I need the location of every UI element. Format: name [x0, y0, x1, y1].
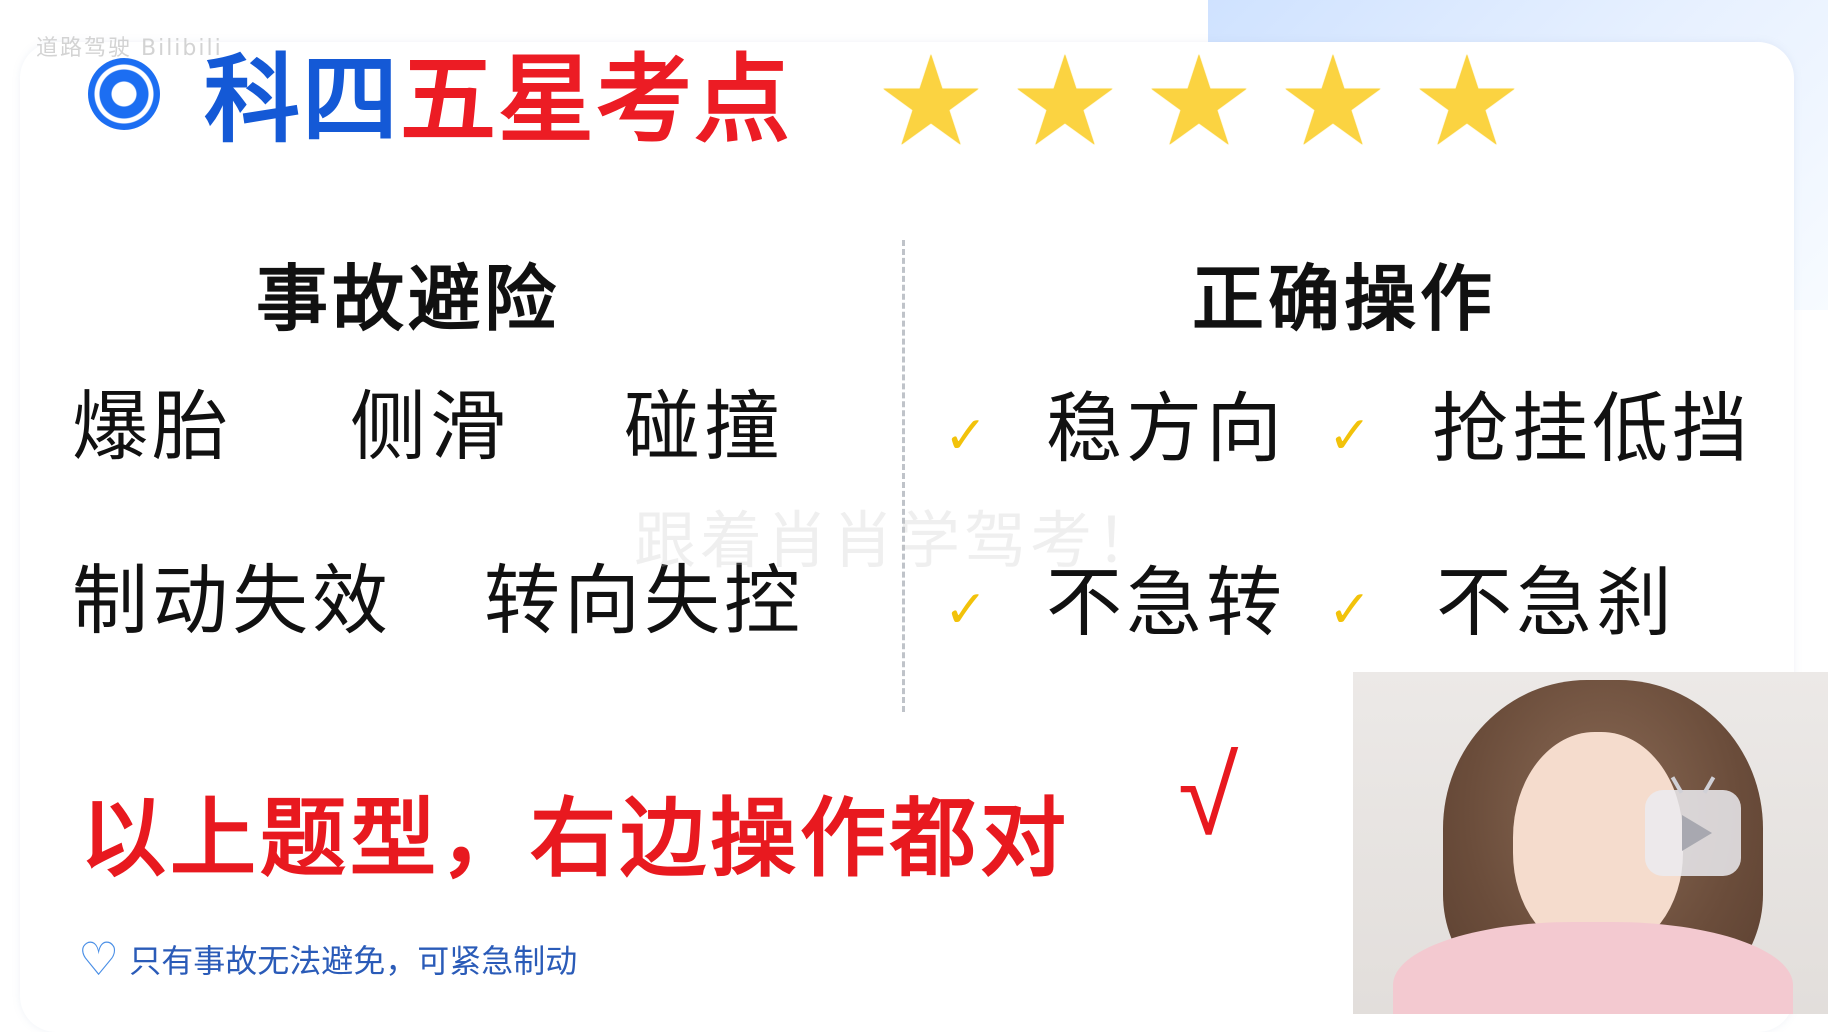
action-item: 稳方向 [1046, 384, 1286, 473]
section-divider [902, 240, 905, 712]
star-icon: ★ [1009, 30, 1121, 174]
conclusion-text: 以上题型，右边操作都对 [80, 789, 1070, 889]
footnote: ♡ 只有事故无法避免，可紧急制动 [78, 936, 577, 982]
faint-watermark: 跟着肖肖学驾考！ [634, 504, 1163, 577]
logo-ring-icon [88, 58, 160, 130]
title-highlight: 五星考点 [400, 44, 792, 156]
right-heading-text: 正确操作 [1192, 257, 1497, 341]
left-heading-text: 事故避险 [256, 257, 561, 341]
presenter-video [1353, 672, 1828, 1014]
hazard-item: 侧滑 [350, 382, 510, 471]
check-icon: ✓ [944, 580, 988, 640]
page-title: 科四五星考点 [204, 40, 792, 160]
left-heading: 事故避险 [256, 240, 561, 351]
hazard-item: 爆胎 [72, 382, 232, 471]
star-icon: ★ [1143, 30, 1255, 174]
top-watermark: 道路驾驶 Bilibili [36, 36, 223, 61]
title-subject: 科四 [204, 44, 400, 156]
star-icon: ★ [875, 30, 987, 174]
check-icon: ✓ [944, 406, 988, 466]
right-heading: 正确操作 [1192, 240, 1497, 351]
five-star-rating: ★ ★ ★ ★ ★ [865, 30, 1533, 174]
hazard-item: 碰撞 [624, 382, 784, 471]
check-icon: ✓ [1328, 580, 1372, 640]
play-triangle-icon [1682, 815, 1712, 851]
hazard-item: 制动失效 [72, 556, 392, 645]
star-icon: ★ [1411, 30, 1523, 174]
heart-icon: ♡ [78, 932, 120, 986]
action-item: 不急刹 [1436, 558, 1676, 647]
footnote-text: 只有事故无法避免，可紧急制动 [129, 942, 578, 980]
action-item: 抢挂低挡 [1432, 384, 1752, 473]
check-icon: ✓ [1328, 406, 1372, 466]
star-icon: ★ [1277, 30, 1389, 174]
tv-play-icon [1645, 776, 1741, 876]
red-check-mark: √ [1178, 732, 1239, 860]
